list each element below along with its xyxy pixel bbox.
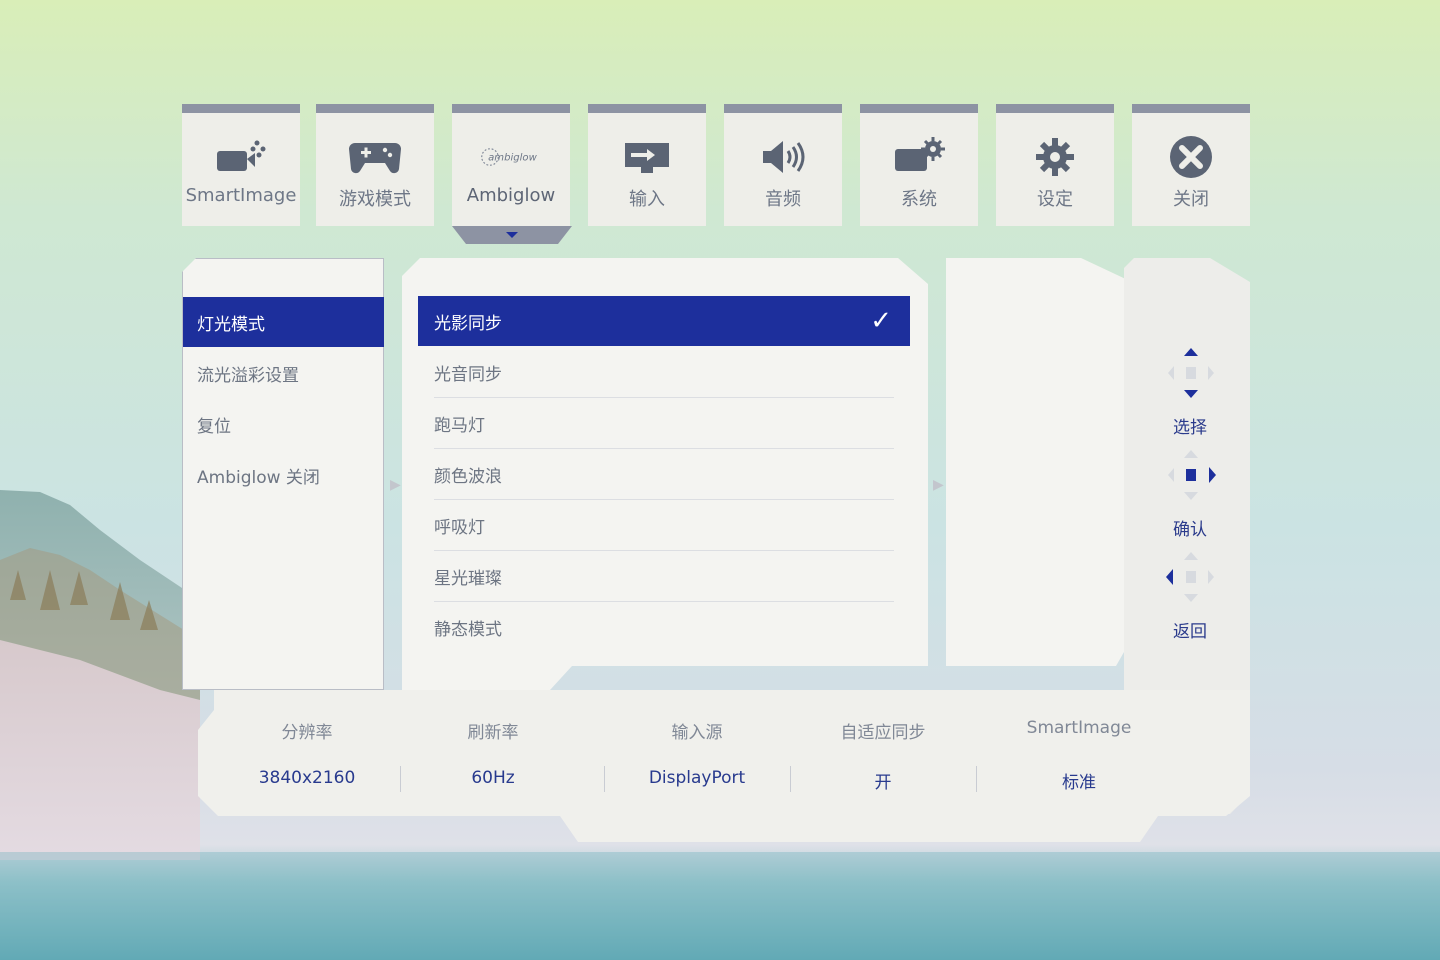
left-menu-item-ambiglow-settings[interactable]: 流光溢彩设置 — [183, 348, 384, 398]
close-icon — [1159, 133, 1223, 181]
gear-icon — [1023, 133, 1087, 181]
mid-menu-panel: 光影同步 ✓ 光音同步 跑马灯 颜色波浪 呼吸灯 星光璀璨 静态模式 — [402, 258, 928, 690]
menu-item-label: 呼吸灯 — [434, 517, 485, 538]
mid-menu-item-starlight[interactable]: 星光璀璨 — [418, 551, 910, 601]
menu-item-label: 静态模式 — [434, 619, 502, 640]
menu-item-label: 复位 — [197, 416, 231, 437]
tab-smartimage[interactable]: SmartImage — [182, 104, 300, 226]
menu-item-label: 灯光模式 — [197, 314, 265, 335]
tab-audio[interactable]: 音频 — [724, 104, 842, 226]
menu-item-label: 光影同步 — [434, 313, 502, 334]
mid-menu-item-video-sync[interactable]: 光影同步 ✓ — [418, 296, 910, 346]
ambiglow-logo-icon: ambiglow — [479, 133, 543, 181]
tab-ambiglow[interactable]: ambiglow Ambiglow — [452, 104, 570, 226]
menu-item-label: 流光溢彩设置 — [197, 365, 299, 386]
active-tab-pointer — [452, 226, 572, 244]
tab-label: 输入 — [629, 189, 665, 210]
info-value: 3840x2160 — [258, 768, 356, 788]
chevron-right-icon: ▶ — [933, 477, 944, 493]
menu-item-label: 颜色波浪 — [434, 466, 502, 487]
dpad-left-icon — [1166, 552, 1214, 602]
info-key: SmartImage — [1026, 718, 1132, 738]
nav-select-label: 选择 — [1173, 418, 1207, 438]
speaker-icon — [751, 133, 815, 181]
info-key: 自适应同步 — [840, 723, 926, 743]
submenu-panel — [946, 258, 1132, 666]
tab-close[interactable]: 关闭 — [1132, 104, 1250, 226]
tab-label: Ambiglow — [466, 185, 556, 206]
menu-item-label: 星光璀璨 — [434, 568, 502, 589]
info-value: 60Hz — [471, 768, 515, 788]
gamepad-icon — [343, 133, 407, 181]
divider — [976, 766, 977, 792]
menu-item-label: 跑马灯 — [434, 415, 485, 436]
tab-input[interactable]: 输入 — [588, 104, 706, 226]
dpad-up-down-icon — [1168, 348, 1214, 398]
left-menu-panel: 灯光模式 流光溢彩设置 复位 Ambiglow 关闭 — [182, 258, 384, 690]
chevron-right-icon: ▶ — [390, 477, 401, 493]
tab-label: 关闭 — [1173, 189, 1209, 210]
tab-label: 音频 — [765, 189, 801, 210]
system-icon — [887, 133, 951, 181]
info-key: 刷新率 — [467, 723, 519, 743]
tab-settings[interactable]: 设定 — [996, 104, 1114, 226]
nav-confirm-label: 确认 — [1173, 520, 1207, 540]
mid-menu-item-color-wave[interactable]: 颜色波浪 — [418, 449, 910, 499]
checkmark-icon: ✓ — [870, 306, 892, 336]
left-menu-item-ambiglow-off[interactable]: Ambiglow 关闭 — [183, 450, 384, 500]
info-value: 开 — [874, 773, 892, 793]
nav-back-label: 返回 — [1173, 622, 1207, 642]
left-menu-item-reset[interactable]: 复位 — [183, 399, 384, 449]
menu-item-label: Ambiglow 关闭 — [197, 467, 320, 488]
mid-menu-item-marquee[interactable]: 跑马灯 — [418, 398, 910, 448]
mid-menu-item-static[interactable]: 静态模式 — [418, 602, 910, 652]
tab-label: SmartImage — [185, 185, 297, 206]
dpad-center-right-icon — [1168, 450, 1216, 500]
ambiglow-logo-text: ambiglow — [488, 153, 537, 164]
tab-label: 设定 — [1037, 189, 1073, 210]
tab-label: 系统 — [901, 189, 937, 210]
input-icon — [615, 133, 679, 181]
menu-item-label: 光音同步 — [434, 364, 502, 385]
info-value: DisplayPort — [648, 768, 746, 788]
info-value: 标准 — [1062, 773, 1096, 793]
tab-label: 游戏模式 — [339, 189, 411, 210]
info-key: 分辨率 — [281, 723, 333, 743]
tab-game-mode[interactable]: 游戏模式 — [316, 104, 434, 226]
mid-menu-item-breathing[interactable]: 呼吸灯 — [418, 500, 910, 550]
smartimage-icon — [209, 133, 273, 181]
left-menu-item-light-mode[interactable]: 灯光模式 — [183, 297, 384, 347]
info-key: 输入源 — [671, 723, 723, 743]
tab-system[interactable]: 系统 — [860, 104, 978, 226]
mid-menu-item-audio-sync[interactable]: 光音同步 — [418, 347, 910, 397]
